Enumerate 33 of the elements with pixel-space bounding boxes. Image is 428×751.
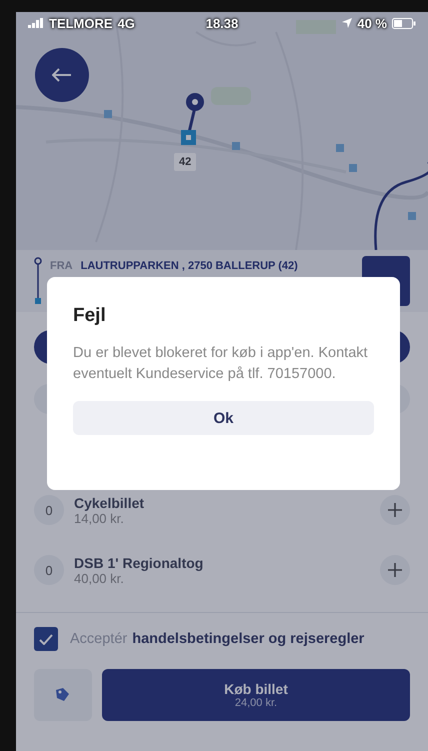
from-stop: LAUTRUPPARKEN , 2750 BALLERUP (42): [80, 260, 298, 272]
route-number-label: 42: [174, 153, 196, 171]
carrier-name: TELMORE: [49, 16, 113, 30]
clock-time: 18.38: [206, 16, 238, 30]
terms-link[interactable]: handelsbetingelser og rejseregler: [132, 631, 364, 647]
ticket-name: Cykelbillet: [74, 494, 146, 510]
ticket-name: DSB 1' Regionaltog: [74, 554, 204, 570]
dialog-title: Fejl: [73, 305, 107, 327]
checkmark-icon: [39, 634, 53, 644]
location-arrow-icon: [342, 18, 352, 28]
ok-button[interactable]: Ok: [73, 401, 374, 435]
ticket-price: 40,00 kr.: [74, 570, 124, 586]
ticket-price: 14,00 kr.: [74, 510, 124, 526]
network-type: 4G: [118, 16, 135, 30]
plus-icon: [388, 503, 402, 517]
battery-icon: [392, 18, 416, 28]
from-label: FRA: [50, 260, 73, 272]
add-ticket-button[interactable]: [380, 555, 410, 585]
plus-icon: [388, 563, 402, 577]
back-arrow-icon: [52, 68, 72, 82]
tag-icon: [54, 687, 72, 703]
accept-text: Acceptér: [70, 631, 128, 647]
ticket-count: 0: [34, 555, 64, 585]
dialog-message: Du er blevet blokeret for køb i app'en. Kontakt eventuelt Kundeservice på tlf. 70157000.: [73, 344, 369, 384]
add-ticket-button[interactable]: [380, 495, 410, 525]
ticket-count: 0: [34, 495, 64, 525]
signal-icon: [28, 18, 44, 28]
ticket-wallet-button[interactable]: [34, 669, 92, 721]
terms-checkbox[interactable]: [34, 627, 58, 651]
battery-percent: 40 %: [357, 16, 387, 30]
buy-ticket-button[interactable]: Køb billet 24,00 kr.: [102, 669, 410, 721]
back-button[interactable]: [35, 48, 89, 102]
route-line-icon: [34, 256, 42, 306]
